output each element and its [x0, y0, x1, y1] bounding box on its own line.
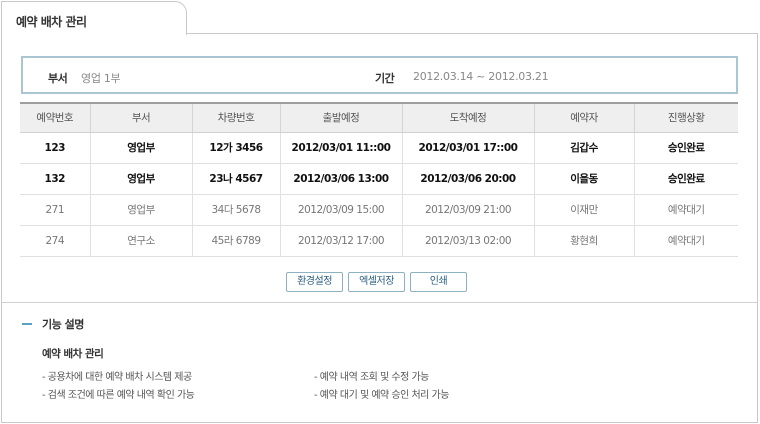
cell-reserver: 이을동 — [533, 163, 634, 195]
table-row[interactable]: 132 영업부 23나 4567 2012/03/06 13:00 2012/0… — [20, 163, 738, 195]
cell-reserver: 김갑수 — [533, 132, 634, 164]
cell-departure: 2012/03/06 13:00 — [279, 163, 402, 195]
cell-reserver: 황현희 — [533, 225, 634, 257]
cell-department: 영업부 — [89, 163, 192, 195]
cell-department: 영업부 — [89, 194, 192, 226]
col-department[interactable]: 부서 — [89, 103, 192, 133]
info-title: 예약 배차 관리 — [42, 348, 104, 360]
action-buttons: 환경설정 엑셀저장 인쇄 — [0, 272, 760, 292]
info-section-header[interactable]: 기능 설명 — [22, 316, 84, 332]
cell-department: 영업부 — [89, 132, 192, 164]
cell-arrival: 2012/03/01 17::00 — [401, 132, 534, 164]
info-item: - 공용차에 대한 예약 배차 시스템 제공 — [42, 372, 192, 383]
cell-arrival: 2012/03/13 02:00 — [401, 225, 534, 257]
col-reservation-no[interactable]: 예약번호 — [20, 103, 90, 133]
dept-label: 부서 — [48, 72, 68, 85]
period-label: 기간 — [375, 72, 395, 85]
reservation-table: 예약번호 부서 차량번호 출발예정 도착예정 예약자 진행상황 123 영업부 … — [20, 102, 738, 257]
cell-reservation-no: 271 — [20, 194, 90, 226]
col-arrival[interactable]: 도착예정 — [401, 103, 534, 133]
dept-value[interactable]: 영업 1부 — [81, 70, 121, 86]
cell-reservation-no: 274 — [20, 225, 90, 257]
cell-status: 승인완료 — [633, 132, 738, 164]
info-heading: 기능 설명 — [42, 318, 84, 331]
table-row[interactable]: 274 연구소 45라 6789 2012/03/12 17:00 2012/0… — [20, 225, 738, 257]
info-item: - 검색 조건에 따른 예약 내역 확인 가능 — [42, 390, 195, 401]
info-item: - 예약 대기 및 예약 승인 처리 가능 — [314, 390, 449, 401]
search-filter-box: 부서 영업 1부 기간 2012.03.14 ~ 2012.03.21 — [21, 56, 738, 94]
collapse-dash-icon[interactable] — [22, 323, 32, 325]
col-vehicle-no[interactable]: 차량번호 — [191, 103, 280, 133]
table-header-row: 예약번호 부서 차량번호 출발예정 도착예정 예약자 진행상황 — [20, 103, 738, 133]
cell-department: 연구소 — [89, 225, 192, 257]
info-item: - 예약 내역 조회 및 수정 가능 — [314, 372, 429, 383]
cell-vehicle-no: 12가 3456 — [191, 132, 280, 164]
section-divider — [2, 302, 757, 303]
col-reserver[interactable]: 예약자 — [533, 103, 634, 133]
cell-status: 승인완료 — [633, 163, 738, 195]
cell-arrival: 2012/03/06 20:00 — [401, 163, 534, 195]
table-row[interactable]: 271 영업부 34다 5678 2012/03/09 15:00 2012/0… — [20, 194, 738, 226]
col-departure[interactable]: 출발예정 — [279, 103, 402, 133]
tab-label: 예약 배차 관리 — [16, 15, 87, 29]
tab-reservation-dispatch[interactable]: 예약 배차 관리 — [1, 1, 187, 35]
cell-departure: 2012/03/09 15:00 — [279, 194, 402, 226]
cell-reservation-no: 132 — [20, 163, 90, 195]
settings-button[interactable]: 환경설정 — [286, 272, 343, 292]
period-value[interactable]: 2012.03.14 ~ 2012.03.21 — [413, 70, 549, 83]
cell-status: 예약대기 — [633, 225, 738, 257]
cell-vehicle-no: 23나 4567 — [191, 163, 280, 195]
excel-save-button[interactable]: 엑셀저장 — [348, 272, 405, 292]
cell-status: 예약대기 — [633, 194, 738, 226]
cell-reserver: 이재만 — [533, 194, 634, 226]
cell-vehicle-no: 45라 6789 — [191, 225, 280, 257]
cell-departure: 2012/03/01 11::00 — [279, 132, 402, 164]
cell-departure: 2012/03/12 17:00 — [279, 225, 402, 257]
print-button[interactable]: 인쇄 — [410, 272, 467, 292]
cell-reservation-no: 123 — [20, 132, 90, 164]
cell-vehicle-no: 34다 5678 — [191, 194, 280, 226]
cell-arrival: 2012/03/09 21:00 — [401, 194, 534, 226]
col-status[interactable]: 진행상황 — [633, 103, 738, 133]
table-row[interactable]: 123 영업부 12가 3456 2012/03/01 11::00 2012/… — [20, 132, 738, 164]
